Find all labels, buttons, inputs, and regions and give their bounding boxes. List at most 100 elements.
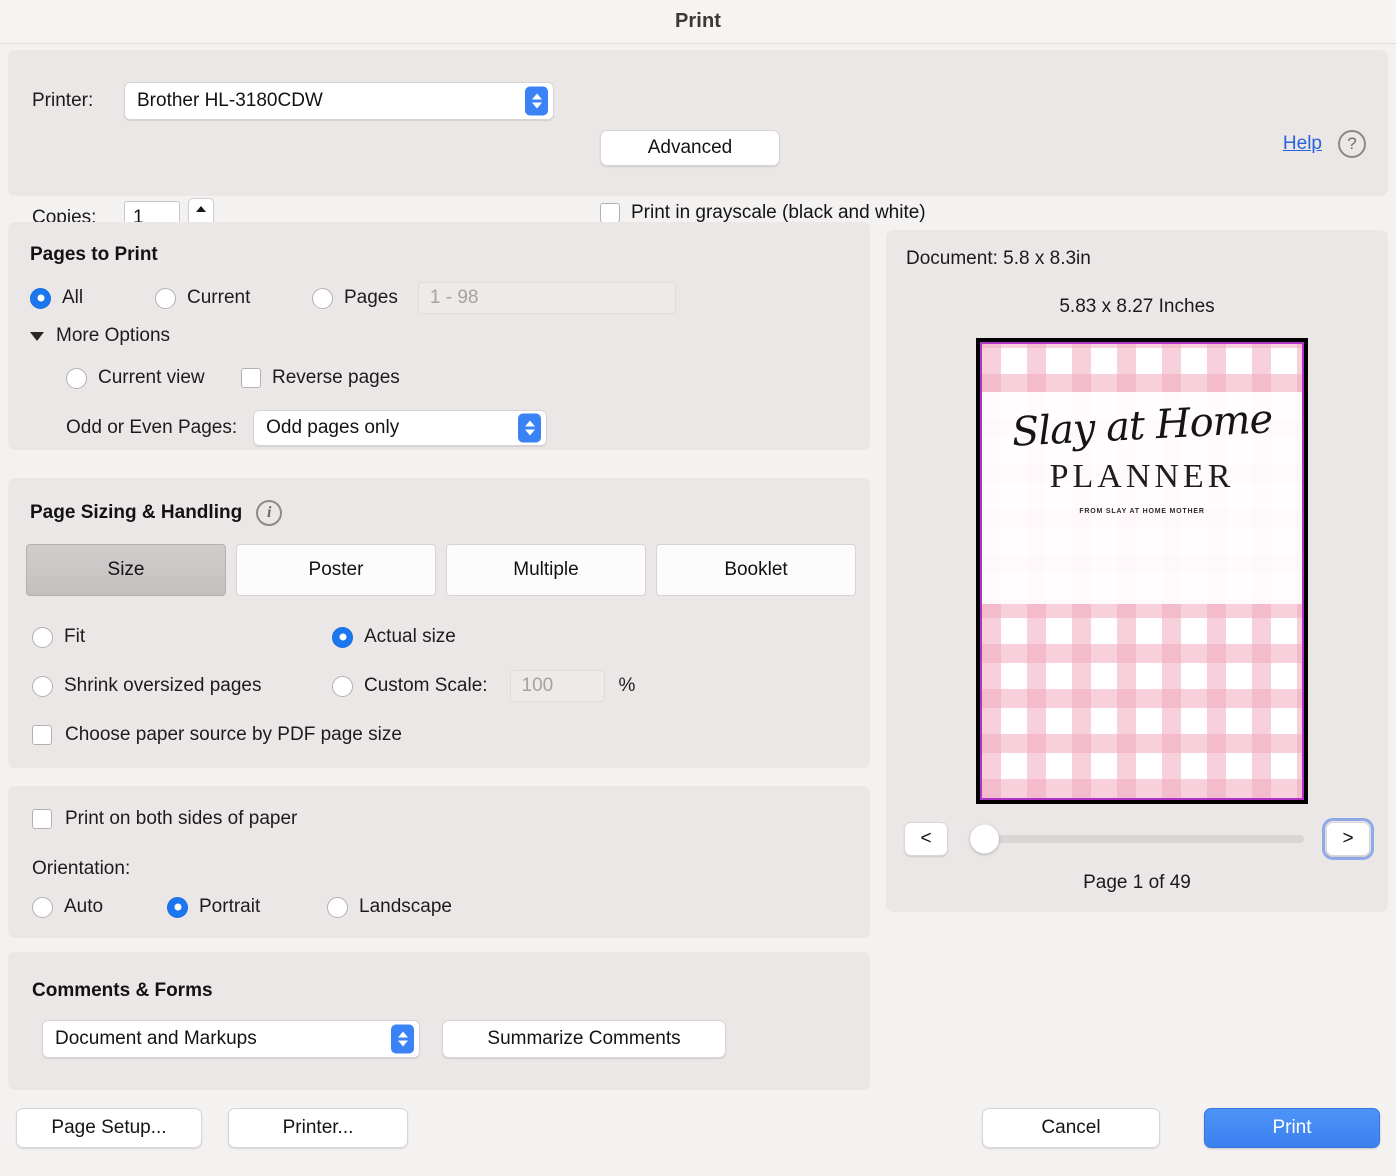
help-area: Help ?	[1283, 130, 1366, 158]
paper-source-label: Choose paper source by PDF page size	[65, 724, 402, 745]
current-view-option[interactable]: Current view	[66, 367, 241, 389]
radio-portrait[interactable]	[167, 896, 188, 918]
printer-button[interactable]: Printer...	[228, 1108, 408, 1148]
page-counter-text: Page 1 of 49	[1083, 872, 1191, 893]
page-setup-button[interactable]: Page Setup...	[16, 1108, 202, 1148]
cover-text-block: Slay at Home PLANNER FROM SLAY AT HOME M…	[982, 396, 1302, 515]
chevron-updown-icon	[391, 1024, 414, 1054]
orientation-option-auto[interactable]: Auto	[32, 896, 167, 918]
chevron-updown-icon	[525, 86, 548, 116]
radio-current-view[interactable]	[66, 367, 87, 389]
pages-to-print-title: Pages to Print	[30, 244, 158, 265]
current-view-label: Current view	[98, 367, 205, 388]
size-options-row-2: Shrink oversized pages Custom Scale: 100…	[32, 670, 852, 702]
cancel-button[interactable]: Cancel	[982, 1108, 1160, 1148]
page-sizing-title-row: Page Sizing & Handling i	[30, 500, 283, 526]
summarize-comments-button[interactable]: Summarize Comments	[442, 1020, 726, 1058]
tab-poster[interactable]: Poster	[236, 544, 436, 596]
pages-option-current[interactable]: Current	[155, 287, 312, 309]
portrait-label: Portrait	[199, 896, 261, 917]
radio-shrink-oversized[interactable]	[32, 675, 53, 697]
print-button[interactable]: Print	[1204, 1108, 1380, 1148]
grayscale-label: Print in grayscale (black and white)	[631, 202, 926, 223]
radio-actual-size[interactable]	[332, 626, 353, 648]
pages-option-pages[interactable]: Pages	[312, 287, 398, 309]
info-icon[interactable]: i	[256, 500, 283, 526]
radio-pages-label: Pages	[344, 287, 398, 308]
both-sides-option[interactable]: Print on both sides of paper	[32, 808, 297, 830]
comments-controls-row: Document and Markups Summarize Comments	[42, 1020, 726, 1058]
odd-even-row: Odd or Even Pages: Odd pages only	[66, 410, 548, 446]
checkbox-both-sides[interactable]	[32, 809, 52, 829]
dialog-title: Print	[674, 10, 722, 32]
radio-current[interactable]	[155, 287, 176, 309]
odd-even-select[interactable]: Odd pages only	[253, 410, 548, 446]
page-slider[interactable]	[970, 824, 1304, 854]
fit-option[interactable]: Fit	[32, 626, 332, 648]
page-sizing-panel: Page Sizing & Handling i Size Poster Mul…	[8, 478, 870, 768]
triangle-down-icon	[30, 331, 44, 341]
comments-select-value: Document and Markups	[55, 1028, 257, 1049]
page-sizing-tabs: Size Poster Multiple Booklet	[26, 544, 856, 596]
actual-size-option[interactable]: Actual size	[332, 626, 456, 648]
pages-option-all[interactable]: All	[30, 287, 155, 309]
radio-current-label: Current	[187, 287, 251, 308]
grayscale-row[interactable]: Print in grayscale (black and white)	[600, 202, 926, 224]
help-question-icon[interactable]: ?	[1338, 130, 1366, 158]
tab-size[interactable]: Size	[26, 544, 226, 596]
printer-label: Printer:	[32, 90, 94, 111]
odd-even-select-value: Odd pages only	[266, 417, 400, 438]
shrink-label: Shrink oversized pages	[64, 675, 262, 696]
pages-range-input[interactable]: 1 - 98	[417, 282, 676, 314]
printer-row: Printer: Brother HL-3180CDW	[32, 82, 554, 120]
tab-multiple[interactable]: Multiple	[446, 544, 646, 596]
checkbox-reverse-pages[interactable]	[241, 368, 261, 388]
reverse-pages-label: Reverse pages	[272, 367, 400, 388]
size-options-row-1: Fit Actual size	[32, 626, 852, 648]
pages-to-print-panel: Pages to Print All Current Pages 1 - 98 …	[8, 222, 870, 450]
custom-scale-option[interactable]: Custom Scale:	[332, 675, 488, 697]
grayscale-checkbox[interactable]	[600, 203, 620, 223]
radio-auto[interactable]	[32, 896, 53, 918]
printer-select[interactable]: Brother HL-3180CDW	[124, 82, 554, 120]
radio-pages[interactable]	[312, 287, 333, 309]
document-size-text: Document: 5.8 x 8.3in	[906, 248, 1091, 269]
checkbox-paper-source[interactable]	[32, 725, 52, 745]
more-options-content: Current view Reverse pages	[66, 367, 400, 389]
dialog-footer: Page Setup... Printer... Cancel Print	[0, 1096, 1396, 1176]
orientation-option-landscape[interactable]: Landscape	[327, 896, 452, 918]
pages-radio-group: All Current Pages 1 - 98	[30, 282, 676, 314]
help-link[interactable]: Help	[1283, 133, 1322, 155]
chevron-updown-icon	[518, 413, 542, 443]
shrink-option[interactable]: Shrink oversized pages	[32, 675, 332, 697]
dialog-titlebar: Print	[0, 0, 1396, 44]
page-size-text: 5.83 x 8.27 Inches	[1059, 296, 1215, 317]
comments-forms-title: Comments & Forms	[32, 980, 213, 1001]
orientation-option-portrait[interactable]: Portrait	[167, 896, 327, 918]
cover-serif-title: PLANNER	[1049, 458, 1235, 495]
radio-all[interactable]	[30, 287, 51, 309]
previous-page-button[interactable]: <	[904, 822, 948, 856]
reverse-pages-option[interactable]: Reverse pages	[241, 367, 400, 389]
preview-panel: Document: 5.8 x 8.3in 5.83 x 8.27 Inches…	[886, 230, 1388, 912]
cover-subtitle: FROM SLAY AT HOME MOTHER	[1079, 508, 1205, 515]
radio-landscape[interactable]	[327, 896, 348, 918]
page-preview-thumbnail: Slay at Home PLANNER FROM SLAY AT HOME M…	[976, 338, 1308, 804]
orientation-radio-group: Auto Portrait Landscape	[32, 896, 452, 918]
percent-label: %	[618, 675, 636, 696]
radio-custom-scale[interactable]	[332, 675, 353, 697]
page-slider-knob[interactable]	[970, 824, 999, 854]
advanced-button[interactable]: Advanced	[600, 130, 780, 166]
landscape-label: Landscape	[359, 896, 452, 917]
custom-scale-label: Custom Scale:	[364, 675, 488, 696]
paper-source-option[interactable]: Choose paper source by PDF page size	[32, 724, 402, 746]
radio-fit[interactable]	[32, 626, 53, 648]
custom-scale-input[interactable]: 100	[509, 670, 605, 702]
copies-stepper-up[interactable]	[189, 199, 213, 218]
next-page-button[interactable]: >	[1322, 818, 1374, 860]
radio-all-label: All	[62, 287, 84, 308]
more-options-toggle[interactable]: More Options	[30, 325, 170, 347]
comments-select[interactable]: Document and Markups	[42, 1020, 420, 1058]
tab-booklet[interactable]: Booklet	[656, 544, 856, 596]
printer-select-value: Brother HL-3180CDW	[137, 90, 323, 111]
